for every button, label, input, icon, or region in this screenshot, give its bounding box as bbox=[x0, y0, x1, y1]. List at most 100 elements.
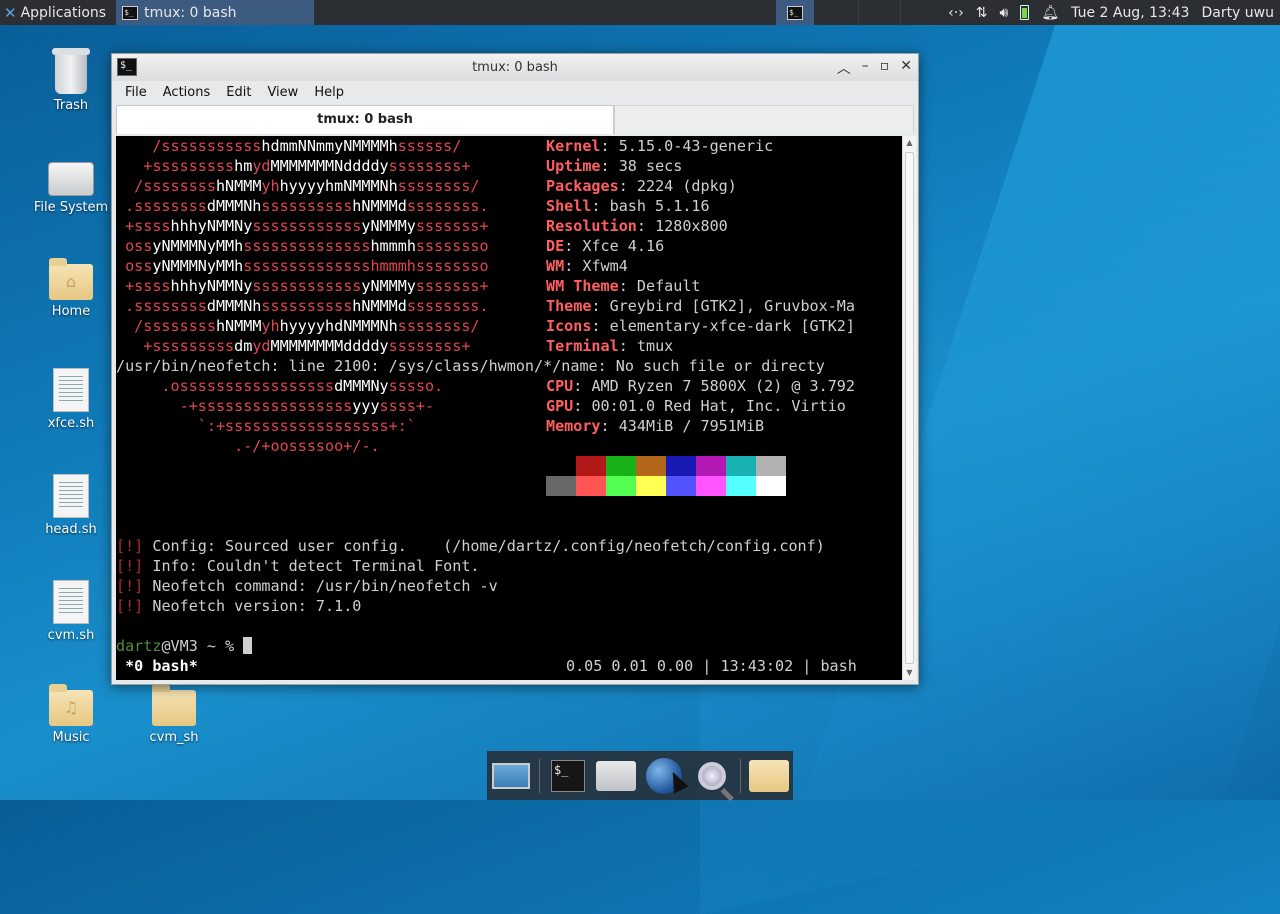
palette-swatch bbox=[576, 456, 606, 476]
info-line: CPU: AMD Ryzen 7 5800X (2) @ 3.792 bbox=[546, 377, 855, 395]
taskbar-window-button[interactable]: $_ tmux: 0 bash bbox=[116, 0, 315, 25]
ascii-logo-line: /usr/bin/neofetch: line 2100: /sys/class… bbox=[116, 357, 825, 375]
desktop-icon-label: File System bbox=[33, 200, 109, 215]
palette-swatch bbox=[576, 476, 606, 496]
ascii-logo-line: .-/+oossssoo+/-. bbox=[116, 437, 380, 455]
battery-icon[interactable] bbox=[1020, 5, 1030, 20]
drive-icon bbox=[48, 162, 94, 196]
scroll-up-arrow-icon[interactable]: ▲ bbox=[903, 136, 916, 150]
desktop-icon-label: cvm_sh bbox=[149, 730, 199, 745]
message-line: [!] Neofetch command: /usr/bin/neofetch … bbox=[116, 577, 498, 595]
desktop-icon-filesystem[interactable]: File System bbox=[26, 162, 116, 215]
applications-menu-button[interactable]: ✕ Applications bbox=[0, 0, 110, 25]
network-icon[interactable]: ‹·› bbox=[948, 5, 964, 21]
palette-swatch bbox=[726, 476, 756, 496]
desktop-icon-label: head.sh bbox=[45, 522, 97, 537]
info-line: WM: Xfwm4 bbox=[546, 257, 628, 275]
system-tray: ‹·› ⇅ 🔊︎ 🔔︎ Tue 2 Aug, 13:43 Darty uwu bbox=[948, 0, 1280, 25]
window-title: tmux: 0 bash bbox=[472, 60, 558, 75]
dock-separator bbox=[740, 758, 741, 793]
user-menu[interactable]: Darty uwu bbox=[1201, 5, 1274, 21]
close-button[interactable]: ✕ bbox=[900, 58, 912, 78]
folder-launcher[interactable] bbox=[748, 754, 789, 798]
taskbar-window-title: tmux: 0 bash bbox=[144, 4, 237, 21]
message-line: [!] Neofetch version: 7.1.0 bbox=[116, 597, 362, 615]
info-line: Shell: bash 5.1.16 bbox=[546, 197, 710, 215]
info-line: Theme: Greybird [GTK2], Gruvbox-Ma bbox=[546, 297, 855, 315]
terminal-screen[interactable]: /ssssssssssshdmmNNmmyNMMMMhssssss/ +ssss… bbox=[116, 136, 902, 680]
maximize-button[interactable]: ▫ bbox=[880, 58, 890, 78]
ascii-logo-line: +ssssssssshmydMMMMMMMNddddyssssssss+ bbox=[116, 157, 471, 175]
desktop-icon-cvm-sh-folder[interactable]: cvm_sh bbox=[129, 684, 219, 745]
menu-bar: File Actions Edit View Help bbox=[112, 81, 918, 103]
desktop-icon-head-sh[interactable]: head.sh bbox=[26, 474, 116, 537]
tmux-status-right: 0.05 0.01 0.00 | 13:43:02 | bash bbox=[566, 657, 857, 675]
info-line: WM Theme: Default bbox=[546, 277, 701, 295]
workspace-switcher-button[interactable]: $_ bbox=[776, 0, 814, 25]
workspace-divider bbox=[900, 0, 901, 25]
text-cursor bbox=[243, 637, 253, 654]
scroll-down-arrow-icon[interactable]: ▼ bbox=[903, 666, 916, 680]
desktop-icon-label: Home bbox=[51, 304, 91, 319]
dock: $_ bbox=[487, 751, 793, 800]
tab-tmux[interactable]: tmux: 0 bash bbox=[116, 105, 614, 134]
info-line: Icons: elementary-xfce-dark [GTK2] bbox=[546, 317, 855, 335]
window-titlebar[interactable]: $_ tmux: 0 bash ︿ – ▫ ✕ bbox=[112, 54, 918, 81]
home-folder-icon: ⌂ bbox=[49, 258, 93, 300]
shell-prompt: dartz@VM3 ~ % bbox=[116, 636, 253, 656]
volume-icon[interactable]: 🔊︎ bbox=[1000, 5, 1009, 21]
menu-actions[interactable]: Actions bbox=[163, 85, 211, 100]
minimize-button[interactable]: – bbox=[862, 58, 869, 78]
terminal-window: $_ tmux: 0 bash ︿ – ▫ ✕ File Actions Edi… bbox=[111, 53, 919, 685]
desktop-icon-home[interactable]: ⌂ Home bbox=[26, 258, 116, 319]
info-line: GPU: 00:01.0 Red Hat, Inc. Virtio bbox=[546, 397, 846, 415]
prompt-host: @VM3 ~ % bbox=[161, 637, 244, 655]
top-panel: ✕ Applications $_ tmux: 0 bash $_ ‹·› ⇅ … bbox=[0, 0, 1280, 25]
ascii-logo-line: ossyNMMMNyMMhsssssssssssssshmmmhssssssso bbox=[116, 237, 489, 255]
info-line: Resolution: 1280x800 bbox=[546, 217, 728, 235]
tmux-status-left: *0 bash* bbox=[116, 657, 198, 675]
transfer-icon[interactable]: ⇅ bbox=[976, 5, 988, 21]
menu-help[interactable]: Help bbox=[314, 85, 344, 100]
tab-bar-empty bbox=[614, 105, 914, 134]
palette-swatch bbox=[546, 476, 576, 496]
desktop-icon-trash[interactable]: Trash bbox=[26, 48, 116, 113]
palette-swatch bbox=[606, 476, 636, 496]
show-desktop-icon bbox=[492, 762, 531, 789]
file-manager-icon bbox=[595, 760, 636, 791]
scrollbar-thumb[interactable] bbox=[905, 152, 914, 664]
desktop-icon-label: Trash bbox=[53, 98, 89, 113]
info-line: Packages: 2224 (dpkg) bbox=[546, 177, 737, 195]
bell-icon[interactable]: 🔔︎ bbox=[1041, 5, 1059, 21]
desktop-icon-music[interactable]: ♫ Music bbox=[26, 684, 116, 745]
message-line: [!] Info: Couldn't detect Terminal Font. bbox=[116, 557, 480, 575]
app-finder-launcher[interactable] bbox=[692, 754, 732, 798]
folder-icon bbox=[152, 684, 196, 726]
tab-bar: tmux: 0 bash bbox=[112, 103, 918, 134]
desktop-icon-cvm-sh[interactable]: cvm.sh bbox=[26, 580, 116, 643]
app-finder-icon bbox=[698, 761, 727, 790]
ascii-logo-line: ossyNMMMNyMMhsssssssssssssshmmmhssssssso bbox=[116, 257, 489, 275]
clock[interactable]: Tue 2 Aug, 13:43 bbox=[1071, 5, 1189, 21]
desktop-icon-xfce-sh[interactable]: xfce.sh bbox=[26, 368, 116, 431]
palette-swatch bbox=[756, 476, 786, 496]
palette-swatch bbox=[666, 456, 696, 476]
menu-view[interactable]: View bbox=[267, 85, 298, 100]
ascii-logo-line: .osssssssssssssssssdMMMNysssso. bbox=[116, 377, 444, 395]
palette-swatch bbox=[636, 476, 666, 496]
terminal-icon: $_ bbox=[550, 759, 585, 792]
shade-button[interactable]: ︿ bbox=[837, 58, 851, 78]
menu-edit[interactable]: Edit bbox=[226, 85, 251, 100]
dock-separator bbox=[539, 758, 540, 793]
file-manager-launcher[interactable] bbox=[595, 754, 636, 798]
terminal-scrollbar[interactable]: ▲ ▼ bbox=[902, 136, 916, 680]
terminal-launcher[interactable]: $_ bbox=[548, 754, 588, 798]
prompt-user: dartz bbox=[116, 637, 162, 655]
menu-file[interactable]: File bbox=[125, 85, 147, 100]
ascii-logo-line: +sssssssssdmydMMMMMMMMddddyssssssss+ bbox=[116, 337, 471, 355]
desktop-icon-label: xfce.sh bbox=[47, 416, 95, 431]
ascii-logo-line: .ssssssssdMMMNhsssssssssshNMMMdssssssss. bbox=[116, 197, 489, 215]
color-palette bbox=[546, 456, 786, 496]
ascii-logo-line: /sssssssshNMMMyhhyyyyhmNMMMNhssssssss/ bbox=[116, 177, 480, 195]
show-desktop-button[interactable] bbox=[491, 754, 531, 798]
